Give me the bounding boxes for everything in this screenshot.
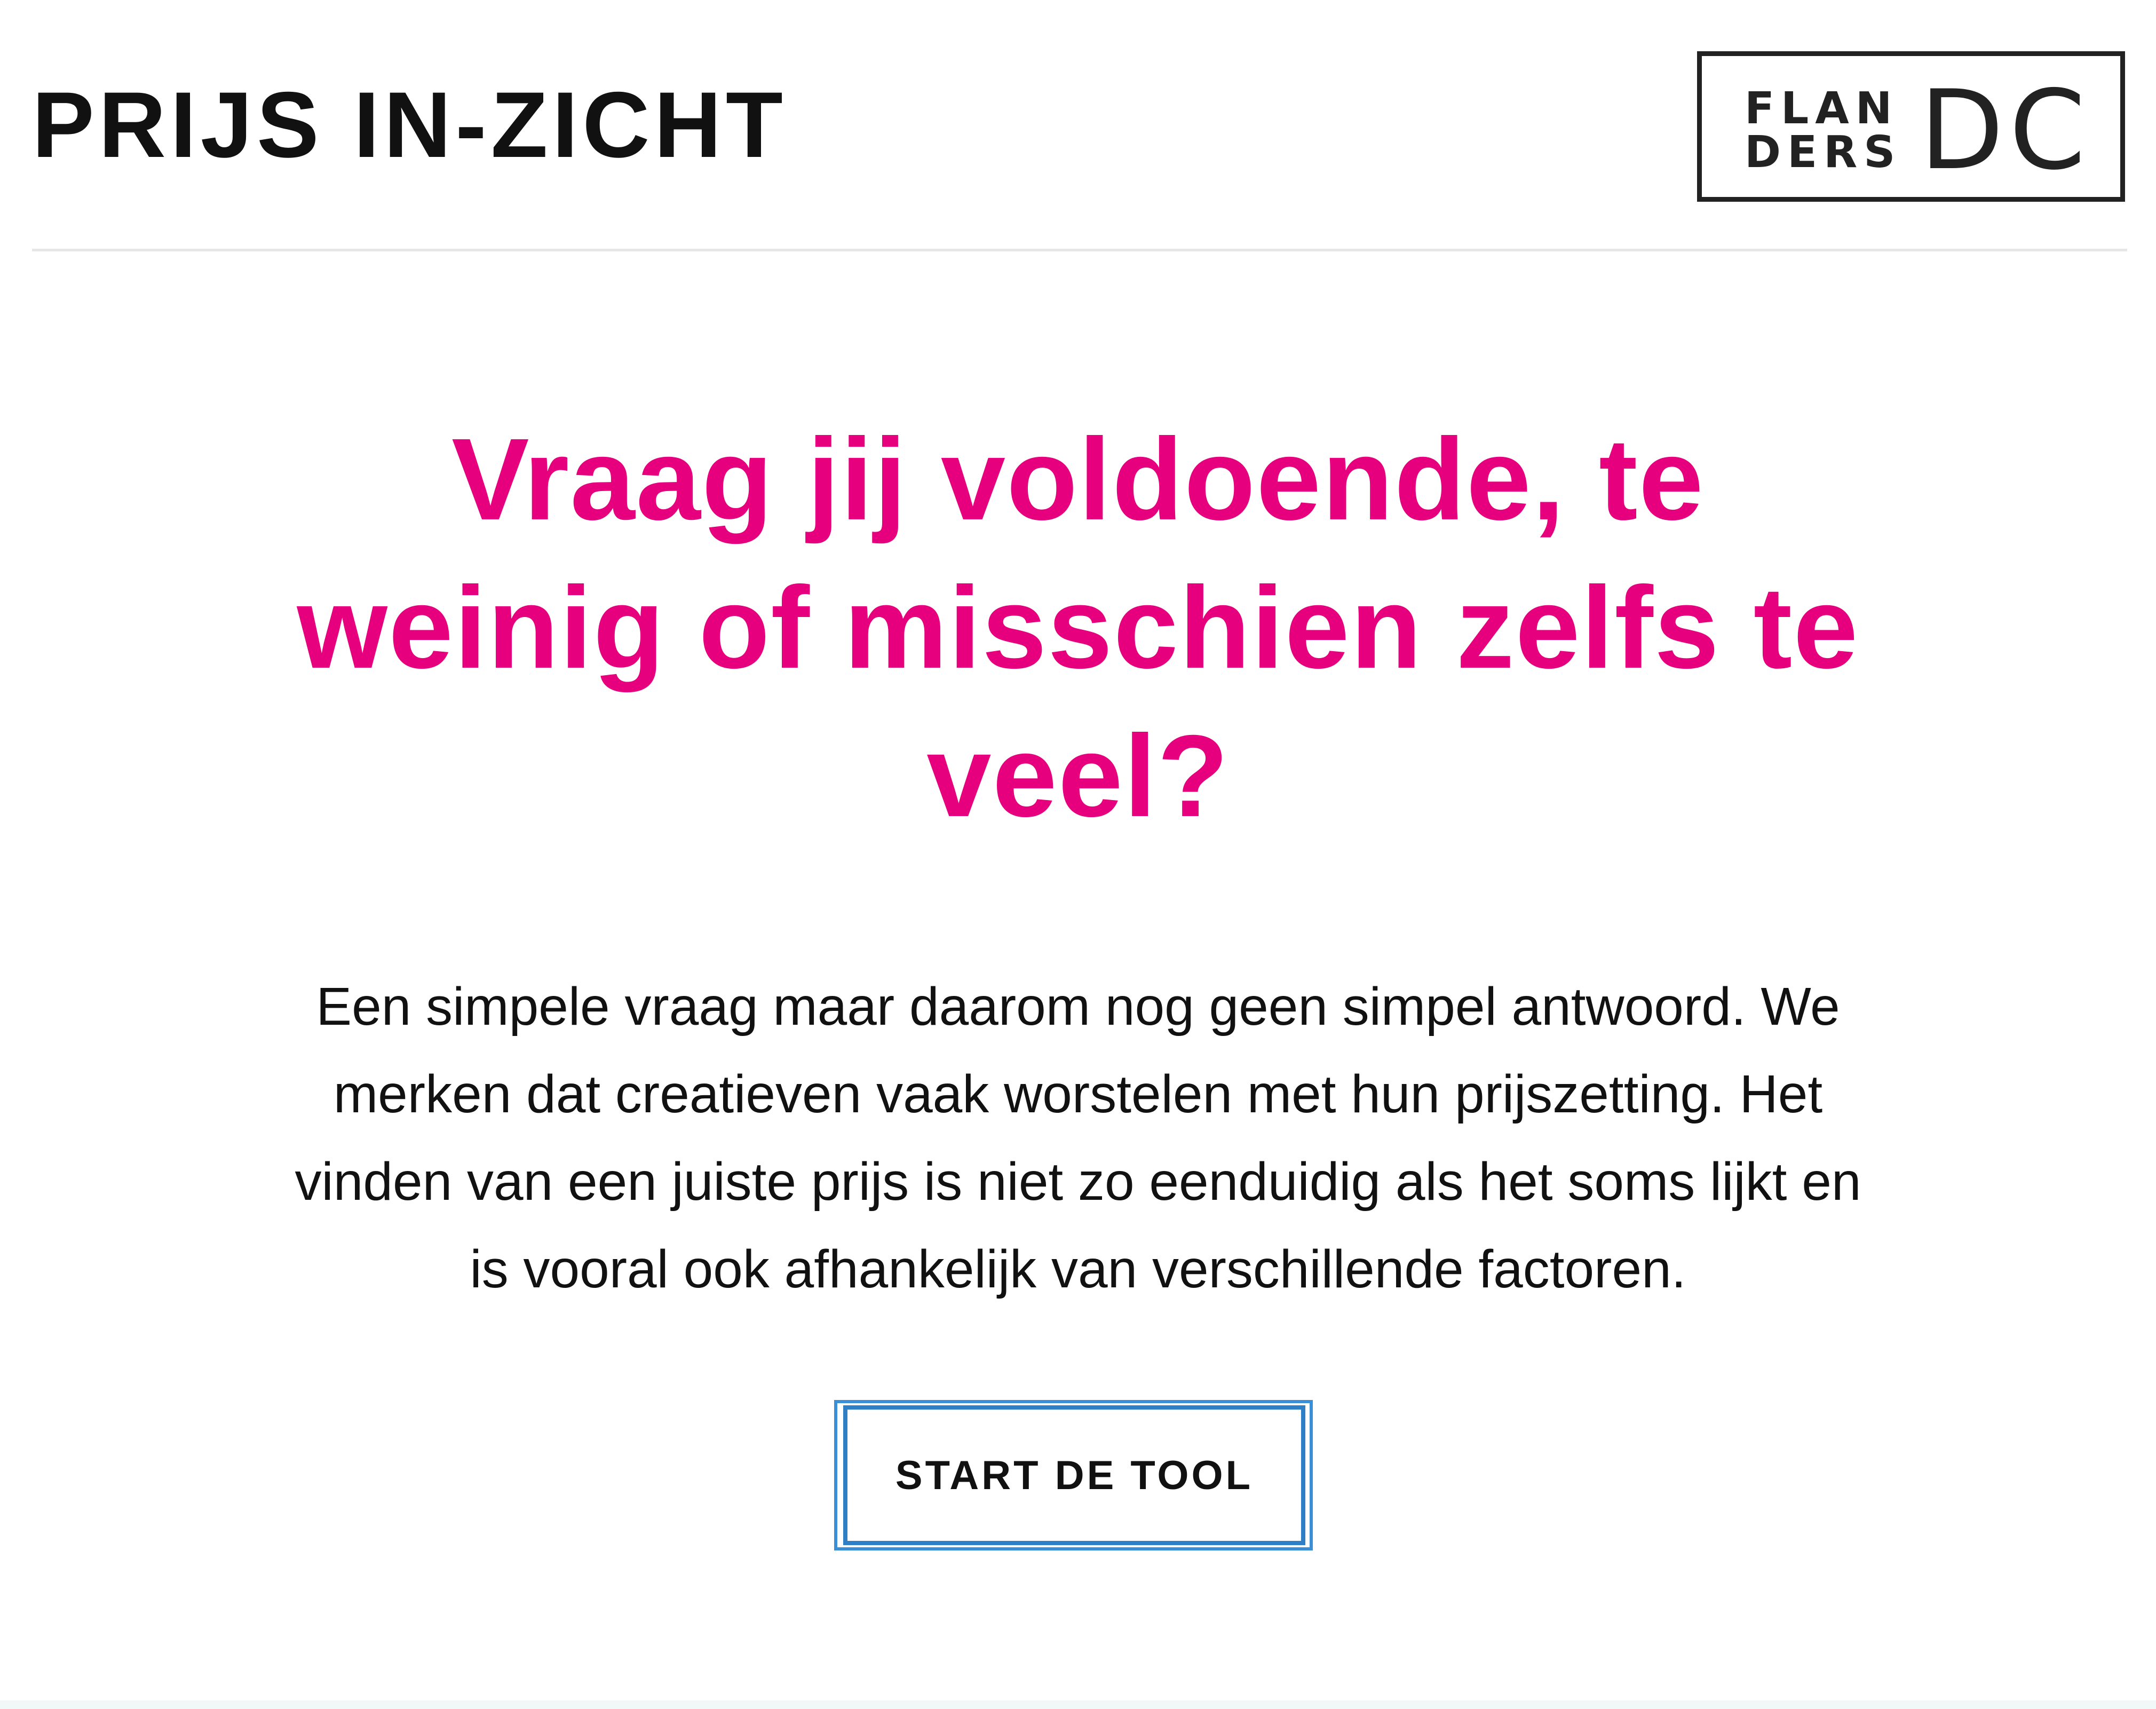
hero-section: Vraag jij voldoende, te weinig of missch… [288, 406, 1868, 1313]
site-title: PRIJS IN-ZICHT [32, 73, 787, 177]
flanders-dc-logo[interactable]: FLAN DERS DC [1697, 51, 2125, 202]
header-divider [32, 249, 2127, 251]
hero-intro-text: Een simpele vraag maar daarom nog geen s… [295, 977, 1861, 1299]
site-header: PRIJS IN-ZICHT FLAN DERS DC [0, 0, 2156, 251]
hero-headline: Vraag jij voldoende, te weinig of missch… [297, 415, 1859, 841]
start-tool-button[interactable]: START DE TOOL [843, 1405, 1305, 1545]
logo-text-flan: FLAN [1745, 83, 1899, 134]
logo-text-ders: DERS [1745, 127, 1902, 178]
logo-text-dc: DC [1920, 67, 2091, 194]
bottom-edge [0, 1700, 2156, 1709]
